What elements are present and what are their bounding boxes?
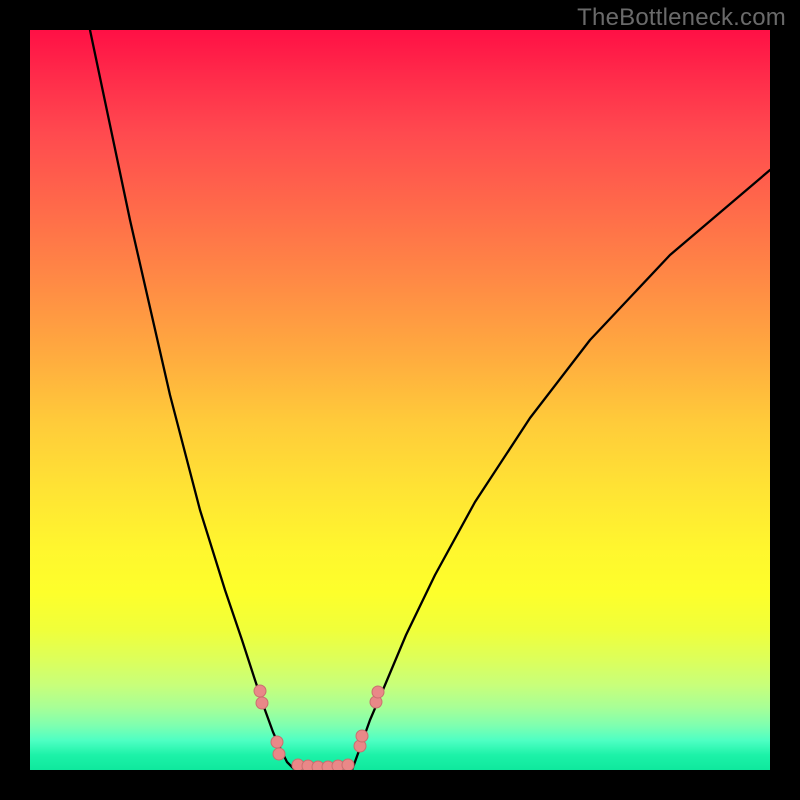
marker-dot: [254, 685, 266, 697]
marker-dot: [372, 686, 384, 698]
curve-layer: [30, 30, 770, 770]
marker-dot: [342, 759, 354, 770]
plot-area: [30, 30, 770, 770]
marker-dot: [356, 730, 368, 742]
outer-frame: TheBottleneck.com: [0, 0, 800, 800]
watermark-text: TheBottleneck.com: [577, 4, 786, 32]
curve-left-branch: [90, 30, 295, 770]
curve-right-branch: [352, 170, 770, 770]
marker-dot: [256, 697, 268, 709]
marker-dot: [273, 748, 285, 760]
marker-dot: [271, 736, 283, 748]
marker-group: [254, 685, 384, 770]
